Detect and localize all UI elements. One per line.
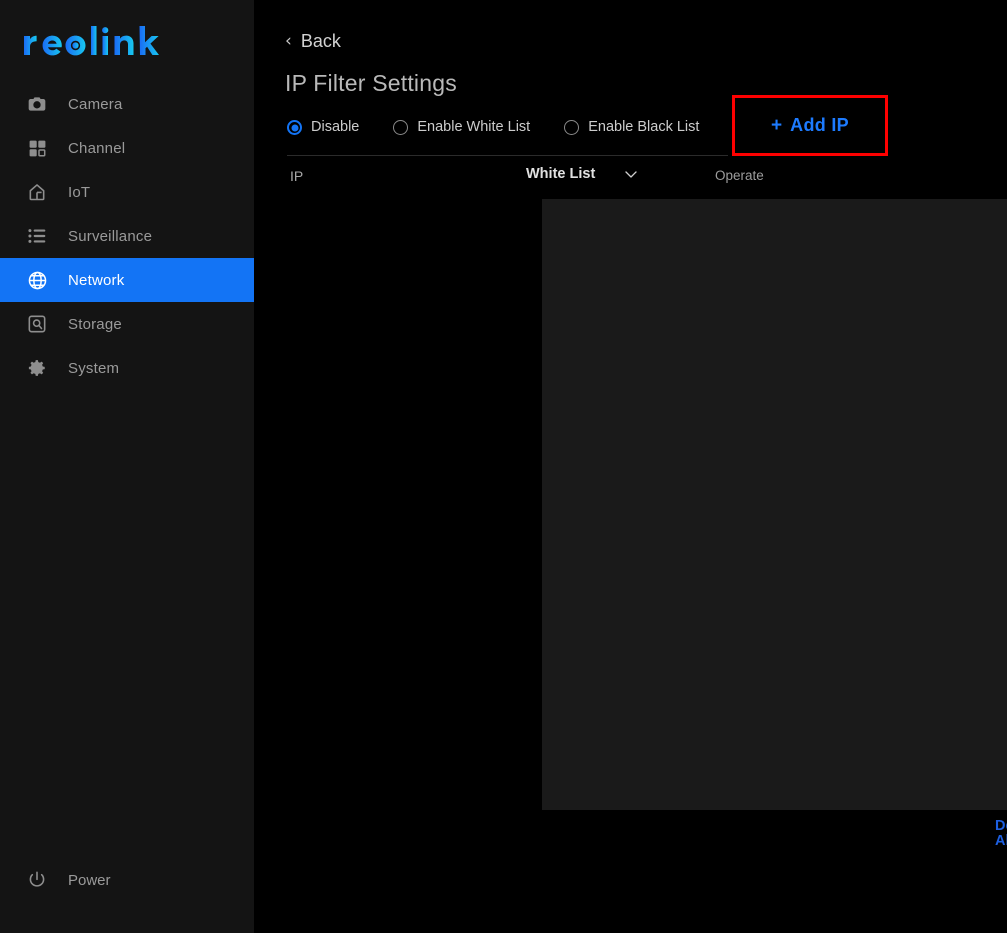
radio-enable-white-list[interactable]: Enable White List <box>393 120 530 135</box>
radio-label: Disable <box>311 119 360 136</box>
sidebar-item-surveillance[interactable]: Surveillance <box>0 214 254 258</box>
add-ip-label: Add IP <box>790 115 849 135</box>
sidebar-item-system[interactable]: System <box>0 346 254 390</box>
sidebar-item-label: Channel <box>68 139 126 157</box>
list-type-value: White List <box>526 166 596 182</box>
radio-enable-black-list[interactable]: Enable Black List <box>564 120 699 135</box>
radio-label: Enable Black List <box>588 119 700 136</box>
power-icon <box>26 869 48 891</box>
sidebar: Camera Channel IoT Surveillance Network … <box>0 0 254 933</box>
sidebar-item-storage[interactable]: Storage <box>0 302 254 346</box>
sidebar-item-label: IoT <box>68 183 91 201</box>
sidebar-item-iot[interactable]: IoT <box>0 170 254 214</box>
camera-icon <box>26 93 48 115</box>
sidebar-item-camera[interactable]: Camera <box>0 82 254 126</box>
globe-icon <box>26 269 48 291</box>
radio-mark-icon <box>287 120 302 135</box>
page-title: IP Filter Settings <box>285 70 457 96</box>
radio-label: Enable White List <box>417 119 531 136</box>
home-icon <box>26 181 48 203</box>
add-ip-button-highlight[interactable]: + Add IP <box>732 95 888 156</box>
chevron-down-icon <box>625 171 637 178</box>
sidebar-item-label: Camera <box>68 95 123 113</box>
section-divider <box>287 155 728 156</box>
back-button[interactable]: ‹ Back <box>285 32 341 50</box>
gear-icon <box>26 357 48 379</box>
sidebar-item-label: Surveillance <box>68 227 153 245</box>
filter-mode-radio-group: Disable Enable White List Enable Black L… <box>287 120 733 135</box>
list-icon <box>26 225 48 247</box>
column-header-ip: IP <box>290 168 304 184</box>
chevron-left-icon: ‹ <box>285 30 292 51</box>
list-type-dropdown[interactable]: White List <box>526 167 637 182</box>
table-header: IP White List Operate <box>287 165 859 198</box>
column-header-operate: Operate <box>715 168 764 183</box>
sidebar-nav: Camera Channel IoT Surveillance Network … <box>0 82 254 390</box>
main-content: ‹ Back IP Filter Settings Disable Enable… <box>254 0 1007 933</box>
power-label: Power <box>68 871 111 889</box>
sidebar-item-network[interactable]: Network <box>0 258 254 302</box>
ip-filter-table-body[interactable] <box>542 199 1007 810</box>
app-root: Camera Channel IoT Surveillance Network … <box>0 0 1007 933</box>
add-ip-button[interactable]: + Add IP <box>771 116 849 135</box>
plus-icon: + <box>771 115 783 136</box>
sidebar-item-label: Storage <box>68 315 122 333</box>
hard-drive-icon <box>26 313 48 335</box>
reolink-logo <box>22 22 162 62</box>
sidebar-item-label: System <box>68 359 120 377</box>
delete-all-button[interactable]: Delete All <box>995 819 1007 848</box>
sidebar-item-label: Network <box>68 271 125 289</box>
back-label: Back <box>300 31 341 51</box>
sidebar-item-channel[interactable]: Channel <box>0 126 254 170</box>
grid-icon <box>26 137 48 159</box>
radio-disable[interactable]: Disable <box>287 120 359 135</box>
sidebar-item-power[interactable]: Power <box>0 860 254 900</box>
radio-mark-icon <box>564 120 580 135</box>
radio-mark-icon <box>393 120 409 135</box>
